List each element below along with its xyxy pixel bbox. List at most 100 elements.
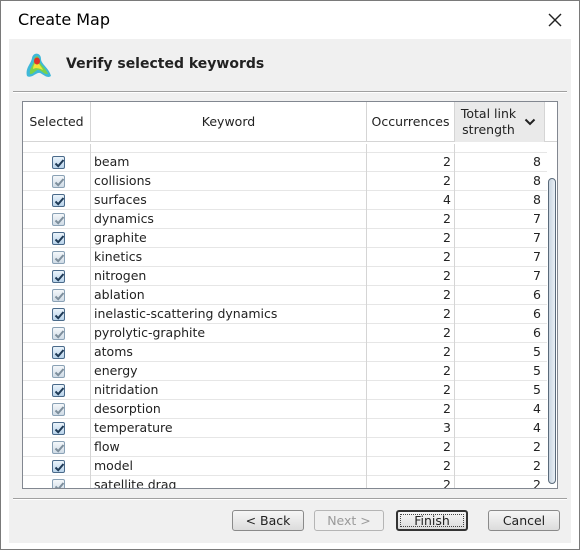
occurrences-cell: 2 xyxy=(367,457,455,476)
selected-cell xyxy=(23,324,91,343)
selected-cell xyxy=(23,476,91,488)
table-row[interactable]: dynamics 2 7 xyxy=(23,210,547,229)
link-strength-cell: 7 xyxy=(533,211,541,226)
keyword-checkbox[interactable] xyxy=(52,422,65,435)
density-map-icon xyxy=(21,48,55,82)
keyword-cell: ablation xyxy=(91,286,367,305)
keyword-checkbox[interactable] xyxy=(52,289,65,302)
keyword-cell: dynamics xyxy=(91,210,367,229)
keyword-cell: collisions xyxy=(91,172,367,191)
occurrences-cell: 2 xyxy=(367,153,455,172)
selected-cell xyxy=(23,400,91,419)
table-row[interactable]: atoms 2 5 xyxy=(23,343,547,362)
table-row[interactable]: graphite 2 7 xyxy=(23,229,547,248)
checkmark-icon xyxy=(54,159,65,168)
keyword-cell: inelastic-scattering dynamics xyxy=(91,305,367,324)
checkmark-icon xyxy=(54,235,65,244)
checkmark-icon xyxy=(54,197,65,206)
finish-button[interactable]: Finish xyxy=(396,510,468,531)
occurrences-cell: 4 xyxy=(367,191,455,210)
selected-cell xyxy=(23,229,91,248)
header-divider xyxy=(13,91,567,93)
checkmark-icon xyxy=(54,425,65,434)
keyword-checkbox[interactable] xyxy=(52,251,65,264)
keyword-checkbox[interactable] xyxy=(52,365,65,378)
column-header-link-strength[interactable]: Total link strength xyxy=(455,102,545,142)
keyword-checkbox[interactable] xyxy=(52,327,65,340)
create-map-dialog: Create Map Verify selected keywords Sele… xyxy=(0,0,580,550)
keyword-checkbox[interactable] xyxy=(52,175,65,188)
column-header-keyword[interactable]: Keyword xyxy=(91,102,367,142)
table-row[interactable]: collisions 2 8 xyxy=(23,172,547,191)
table-row[interactable]: beam 2 8 xyxy=(23,153,547,172)
checkmark-icon xyxy=(54,387,65,396)
cancel-button[interactable]: Cancel xyxy=(488,510,560,531)
table-row[interactable]: nitridation 2 5 xyxy=(23,381,547,400)
occurrences-cell: 2 xyxy=(367,362,455,381)
link-strength-cell: 2 xyxy=(533,439,541,454)
checkmark-icon xyxy=(54,368,65,377)
scrollbar-thumb[interactable] xyxy=(548,178,556,484)
column-header-occurrences[interactable]: Occurrences xyxy=(367,102,455,142)
link-strength-cell: 5 xyxy=(533,363,541,378)
checkmark-icon xyxy=(54,482,65,488)
occurrences-cell: 2 xyxy=(367,305,455,324)
table-row[interactable]: flow 2 2 xyxy=(23,438,547,457)
table-row[interactable]: ablation 2 6 xyxy=(23,286,547,305)
back-button[interactable]: < Back xyxy=(232,510,304,531)
occurrences-cell: 2 xyxy=(367,476,455,488)
keyword-checkbox[interactable] xyxy=(52,270,65,283)
keyword-checkbox[interactable] xyxy=(52,194,65,207)
keyword-checkbox[interactable] xyxy=(52,384,65,397)
keyword-checkbox[interactable] xyxy=(52,308,65,321)
keyword-cell: kinetics xyxy=(91,248,367,267)
keyword-checkbox[interactable] xyxy=(52,441,65,454)
vertical-scrollbar[interactable] xyxy=(547,144,557,488)
close-button[interactable] xyxy=(545,10,565,30)
column-header-selected[interactable]: Selected xyxy=(23,102,91,142)
keyword-checkbox[interactable] xyxy=(52,479,65,488)
occurrences-cell: 3 xyxy=(367,419,455,438)
keyword-checkbox[interactable] xyxy=(52,460,65,473)
link-strength-cell: 2 xyxy=(533,458,541,473)
selected-cell xyxy=(23,457,91,476)
keywords-table: Selected Keyword Occurrences Total link … xyxy=(22,101,558,489)
occurrences-cell: 2 xyxy=(367,381,455,400)
keyword-cell: temperature xyxy=(91,419,367,438)
table-row[interactable]: energy 2 5 xyxy=(23,362,547,381)
chevron-down-icon xyxy=(524,118,536,126)
selected-cell xyxy=(23,191,91,210)
keyword-checkbox[interactable] xyxy=(52,213,65,226)
selected-cell xyxy=(23,286,91,305)
keyword-checkbox[interactable] xyxy=(52,403,65,416)
next-button[interactable]: Next > xyxy=(314,510,384,531)
link-strength-cell: 6 xyxy=(533,325,541,340)
link-strength-cell: 8 xyxy=(533,192,541,207)
dialog-content: Verify selected keywords Selected Keywor… xyxy=(9,39,571,543)
close-icon xyxy=(548,13,562,27)
occurrences-cell: 2 xyxy=(367,400,455,419)
table-row[interactable]: kinetics 2 7 xyxy=(23,248,547,267)
keyword-cell: atoms xyxy=(91,343,367,362)
link-strength-cell: 5 xyxy=(533,344,541,359)
table-row[interactable]: surfaces 4 8 xyxy=(23,191,547,210)
link-strength-cell: 5 xyxy=(533,382,541,397)
occurrences-cell: 2 xyxy=(367,267,455,286)
occurrences-cell: 2 xyxy=(367,286,455,305)
checkmark-icon xyxy=(54,216,65,225)
keyword-checkbox[interactable] xyxy=(52,232,65,245)
keyword-checkbox[interactable] xyxy=(52,346,65,359)
selected-cell xyxy=(23,381,91,400)
occurrences-cell: 2 xyxy=(367,229,455,248)
table-row[interactable]: temperature 3 4 xyxy=(23,419,547,438)
keyword-checkbox[interactable] xyxy=(52,156,65,169)
table-row[interactable]: inelastic-scattering dynamics 2 6 xyxy=(23,305,547,324)
keyword-cell: nitridation xyxy=(91,381,367,400)
table-row[interactable]: pyrolytic-graphite 2 6 xyxy=(23,324,547,343)
keyword-cell: desorption xyxy=(91,400,367,419)
table-row[interactable]: satellite drag 2 2 xyxy=(23,476,547,488)
table-row[interactable]: desorption 2 4 xyxy=(23,400,547,419)
table-row[interactable]: nitrogen 2 7 xyxy=(23,267,547,286)
table-row[interactable]: model 2 2 xyxy=(23,457,547,476)
link-strength-cell: 7 xyxy=(533,249,541,264)
